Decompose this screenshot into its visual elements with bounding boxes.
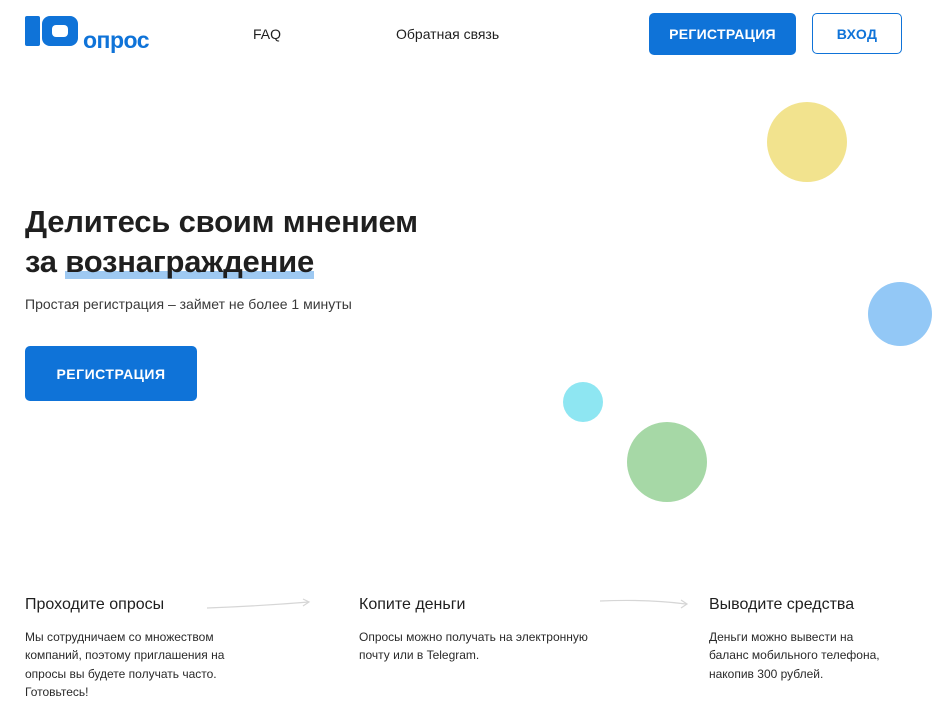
step-text: Опросы можно получать на электронную поч… bbox=[359, 630, 588, 663]
login-button[interactable]: ВХОД bbox=[812, 13, 902, 54]
page: опрос FAQ Обратная связь РЕГИСТРАЦИЯ ВХО… bbox=[0, 0, 947, 726]
logo-mark-icon bbox=[25, 16, 78, 46]
hero-title-line1: Делитесь своим мнением bbox=[25, 204, 418, 239]
decor-circle-yellow bbox=[767, 102, 847, 182]
step-card: Копите деньги Опросы можно получать на э… bbox=[359, 596, 619, 665]
hero-register-button[interactable]: РЕГИСТРАЦИЯ bbox=[25, 346, 197, 401]
logo-o bbox=[42, 16, 78, 46]
nav-feedback-link[interactable]: Обратная связь bbox=[396, 26, 499, 42]
decor-circle-cyan bbox=[563, 382, 603, 422]
logo[interactable]: опрос bbox=[25, 16, 150, 52]
step-title: Выводите средства bbox=[709, 596, 855, 613]
header-register-button[interactable]: РЕГИСТРАЦИЯ bbox=[649, 13, 796, 55]
step-card: Выводите средства Деньги можно вывести н… bbox=[709, 596, 884, 683]
step-card: Проходите опросы Мы сотрудничаем со множ… bbox=[25, 596, 255, 701]
nav-faq-link[interactable]: FAQ bbox=[253, 26, 281, 42]
hero-title: Делитесь своим мнением за вознаграждение bbox=[25, 202, 418, 282]
decor-circle-green bbox=[627, 422, 707, 502]
decor-circle-blue bbox=[868, 282, 932, 346]
hero-subtitle: Простая регистрация – займет не более 1 … bbox=[25, 296, 352, 312]
step-title: Копите деньги bbox=[359, 596, 466, 613]
step-text: Деньги можно вывести на баланс мобильног… bbox=[709, 630, 880, 681]
hero-title-prefix: за bbox=[25, 244, 66, 279]
arrow-right-icon bbox=[206, 598, 311, 609]
step-text: Мы сотрудничаем со множеством компаний, … bbox=[25, 630, 225, 699]
hero-title-highlight: вознаграждение bbox=[65, 244, 315, 279]
logo-bar bbox=[25, 16, 40, 46]
logo-text: опрос bbox=[83, 27, 150, 53]
arrow-right-icon bbox=[599, 599, 689, 609]
